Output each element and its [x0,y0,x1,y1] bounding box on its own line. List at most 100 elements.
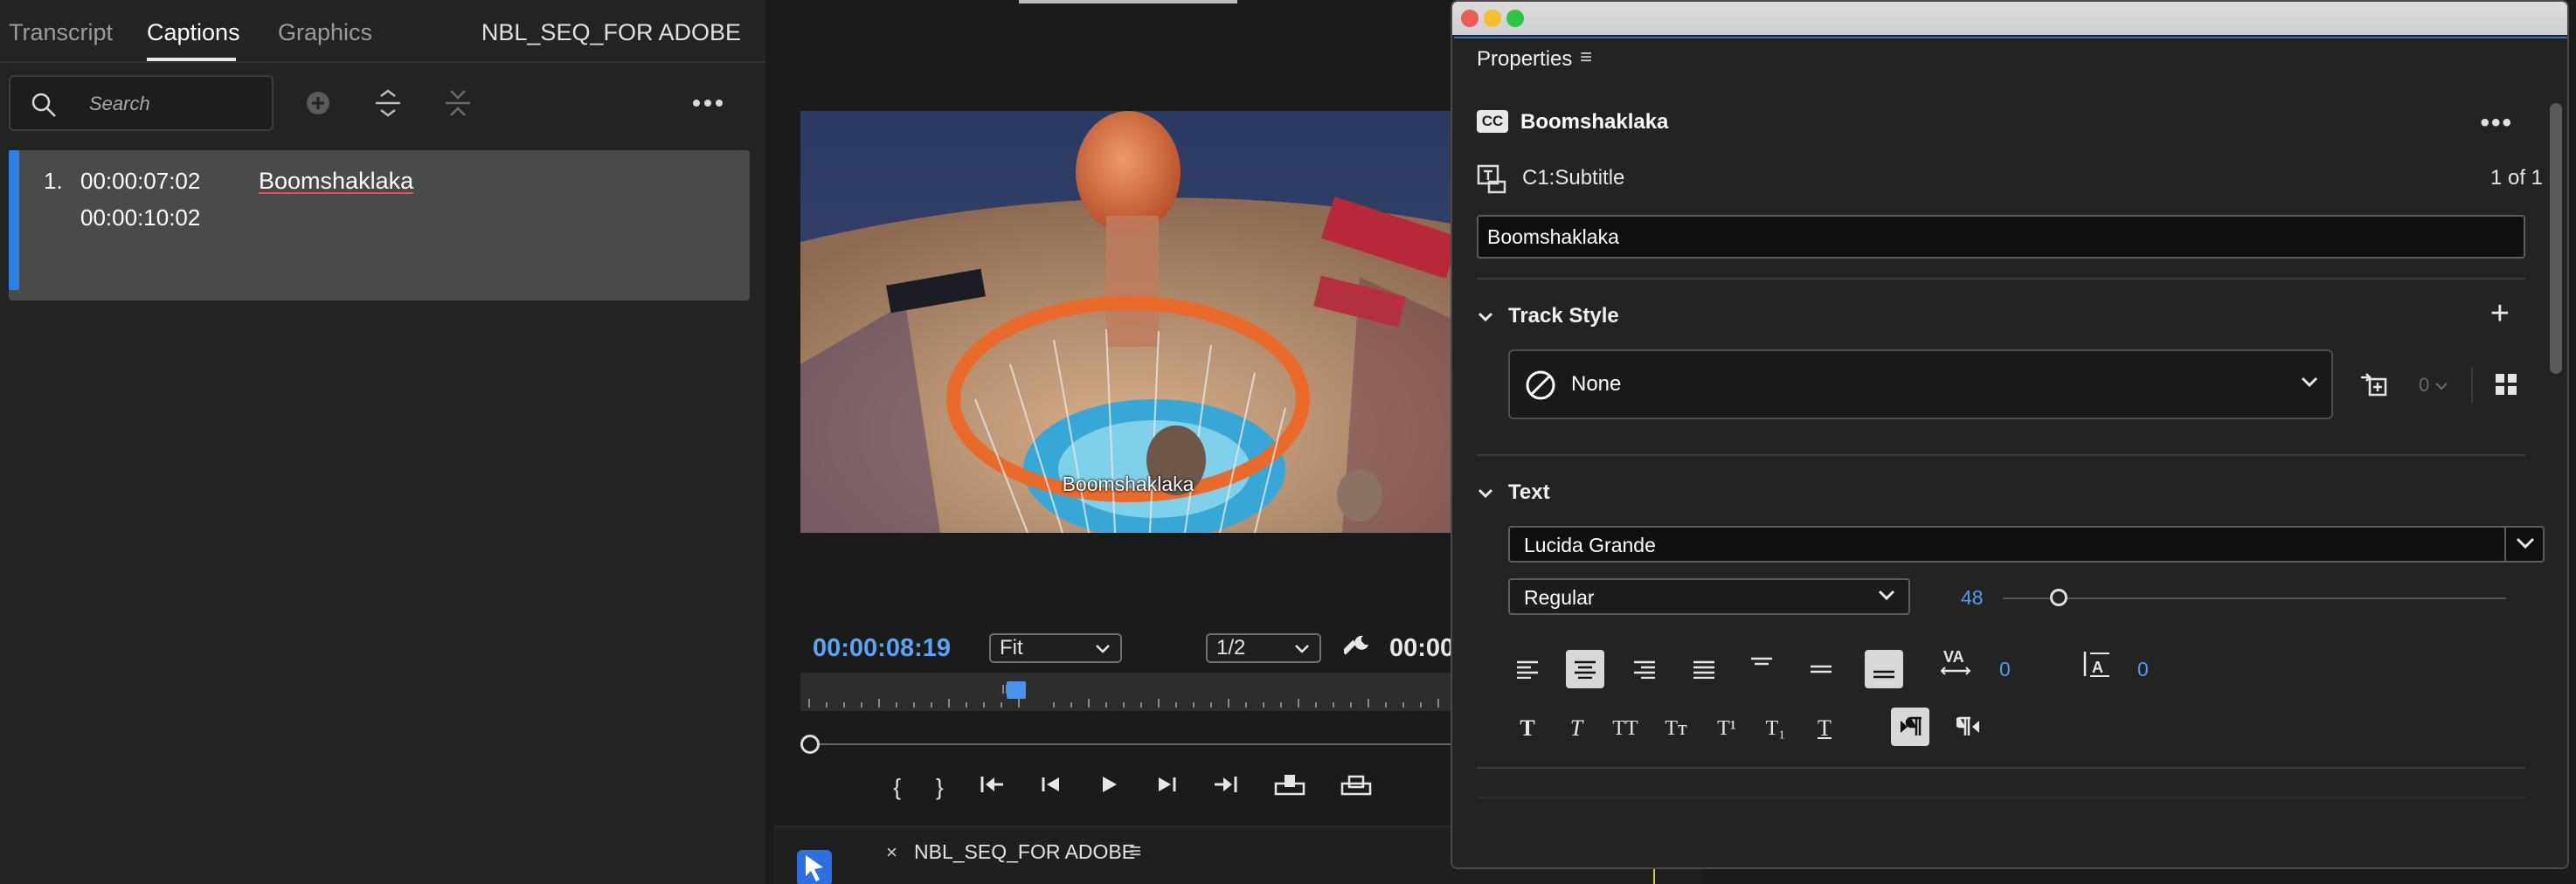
split-caption-icon[interactable] [440,86,475,121]
resolution-dropdown[interactable]: 1/2 [1206,633,1321,663]
properties-header: Properties ≡ [1454,37,2567,80]
sync-count-dropdown[interactable]: 0 [2419,374,2448,397]
track-style-section-header[interactable]: Track Style + [1477,295,2543,332]
timeline-sequence-name[interactable]: NBL_SEQ_FOR ADOBE [914,840,1135,864]
left-to-right-icon[interactable] [1891,708,1929,746]
monitor-top-indicator [1019,0,1237,3]
scrub-handle[interactable] [800,735,820,754]
zoom-dropdown[interactable]: Fit [989,633,1122,663]
tab-transcript[interactable]: Transcript [9,19,113,46]
caption-index: 1. [44,168,63,194]
clip-more-options-button[interactable]: ••• [2480,108,2513,138]
window-titlebar[interactable] [1452,2,2567,35]
insert-icon[interactable] [1274,773,1305,802]
time-ruler[interactable] [800,673,1456,711]
leading-value[interactable]: 0 [2137,658,2149,681]
section-divider [1477,767,2525,769]
caption-list-item[interactable]: 1. 00:00:07:02 00:00:10:02 Boomshaklaka [9,150,750,300]
basketball-dunk-image [800,111,1456,533]
more-options-icon[interactable] [690,86,725,121]
leading-icon[interactable]: A [2078,645,2116,683]
font-weight-dropdown[interactable]: Regular [1508,578,1910,615]
step-back-icon[interactable] [1040,773,1063,802]
window-close-button[interactable] [1461,10,1478,27]
go-to-in-icon[interactable] [979,773,1005,802]
align-left-icon[interactable] [1508,650,1547,688]
superscript-button[interactable]: T¹ [1707,709,1746,748]
justify-icon[interactable] [1685,650,1723,688]
add-style-button[interactable]: + [2490,295,2510,333]
wrench-icon[interactable] [1341,632,1372,666]
tab-graphics[interactable]: Graphics [278,19,372,46]
overwrite-icon[interactable] [1340,773,1372,802]
section-divider [1477,454,2525,456]
window-maximize-button[interactable] [1506,10,1524,27]
track-style-dropdown[interactable]: None [1508,349,2333,419]
caption-text[interactable]: Boomshaklaka [259,168,413,195]
chevron-down-icon [1094,637,1111,666]
properties-scrollbar[interactable] [2550,103,2562,374]
kerning-value[interactable]: 0 [1999,658,2011,681]
align-right-icon[interactable] [1625,650,1664,688]
video-frame[interactable]: Boomshaklaka [800,111,1456,533]
text-section-label: Text [1508,480,1550,504]
merge-captions-icon[interactable] [370,86,405,121]
align-center-icon[interactable] [1566,650,1604,688]
mark-in-button[interactable]: { [893,774,901,801]
mark-out-button[interactable]: } [936,774,944,801]
right-to-left-icon[interactable] [1950,708,1989,746]
kerning-icon[interactable]: VA [1936,645,1975,683]
properties-menu-icon[interactable]: ≡ [1580,45,1592,70]
small-caps-button[interactable]: Tт [1657,709,1695,748]
font-size-slider[interactable] [2003,597,2506,599]
step-forward-icon[interactable] [1155,773,1178,802]
properties-body: CC Boomshaklaka ••• C1:Subtitle 1 of 1 B… [1454,82,2567,867]
timeline-menu-icon[interactable]: ≡ [1129,839,1141,864]
chevron-down-icon [2515,536,2536,555]
duration-timecode: 00:00 [1389,634,1455,662]
active-tab-underline [147,58,236,61]
sequence-name: NBL_SEQ_FOR ADOBE [481,19,741,45]
underline-button[interactable]: T [1805,709,1844,748]
window-minimize-button[interactable] [1484,10,1501,27]
font-family-value: Lucida Grande [1524,534,1656,556]
scrub-bar[interactable] [807,743,1456,745]
vertical-divider [2471,367,2473,404]
current-timecode[interactable]: 00:00:08:19 [813,634,951,663]
track-count: 1 of 1 [2489,166,2543,190]
all-caps-button[interactable]: TT [1606,709,1645,748]
subscript-button[interactable]: T₁ [1756,709,1795,748]
chevron-down-icon [2300,376,2319,394]
italic-button[interactable]: T [1557,709,1596,748]
text-section-header[interactable]: Text [1477,480,1550,506]
caption-time-in[interactable]: 00:00:07:02 [80,168,200,195]
font-family-dropdown[interactable]: Lucida Grande [1508,526,2545,563]
selection-tool-icon[interactable] [797,850,832,884]
font-size-slider-handle[interactable] [2050,589,2067,606]
tab-captions[interactable]: Captions [147,19,240,46]
section-divider [1477,278,2525,280]
svg-text:VA: VA [1943,648,1964,666]
align-top-icon[interactable] [1742,646,1781,685]
go-to-out-icon[interactable] [1213,773,1239,802]
bold-button[interactable]: T [1508,709,1547,748]
timeline-playhead [1653,869,1655,884]
search-input[interactable] [89,89,264,119]
align-bottom-icon[interactable] [1865,650,1903,688]
font-size-value[interactable]: 48 [1961,586,1984,610]
caption-text-field[interactable]: Boomshaklaka [1477,215,2525,259]
track-name: C1:Subtitle [1522,166,1625,190]
caption-time-out[interactable]: 00:00:10:02 [80,204,200,231]
grid-view-icon[interactable] [2494,372,2518,401]
playhead-marker[interactable] [1007,681,1026,699]
search-box[interactable] [9,75,274,131]
align-middle-icon[interactable] [1802,650,1840,688]
subtitle-overlay: Boomshaklaka [1062,473,1195,495]
search-icon [30,91,58,123]
track-style-value: None [1571,372,1622,396]
push-to-track-style-icon[interactable] [2359,370,2389,404]
close-sequence-button[interactable]: × [886,841,897,864]
caption-track-color-bar [9,150,19,290]
add-caption-icon[interactable] [301,86,336,121]
play-icon[interactable] [1098,773,1120,802]
